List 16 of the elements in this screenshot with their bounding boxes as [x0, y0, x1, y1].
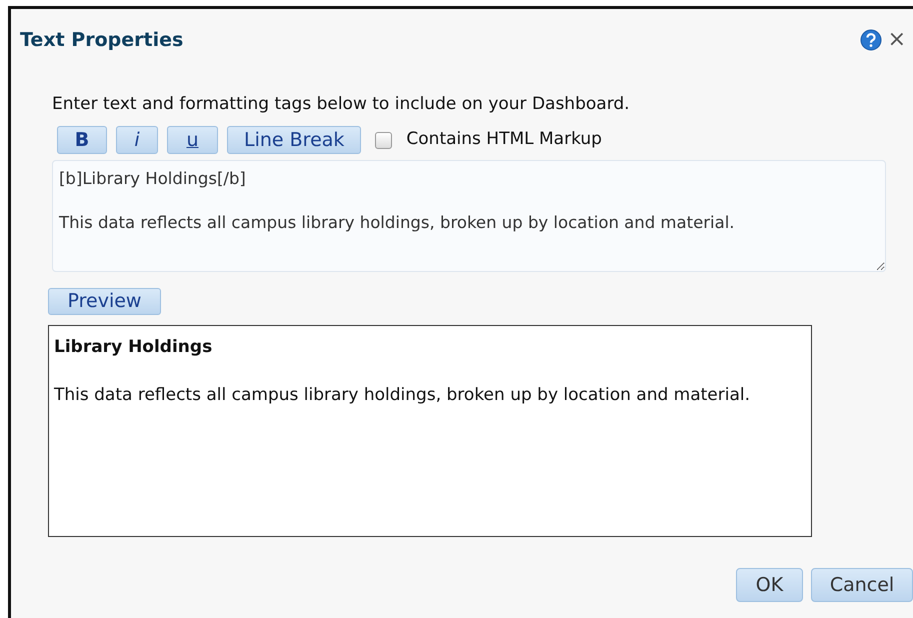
preview-body: This data reflects all campus library holdings, broken up by location and material.: [54, 384, 752, 406]
dialog-title: Text Properties: [20, 28, 184, 53]
help-icon[interactable]: [860, 29, 882, 52]
preview-button[interactable]: Preview: [48, 288, 161, 315]
ok-button[interactable]: OK: [736, 568, 803, 602]
bold-button[interactable]: B: [57, 126, 107, 154]
text-input-field[interactable]: [b]Library Holdings[/b] This data reflects all campus library holdings, broken up by location and material.: [52, 160, 886, 272]
preview-heading: Library Holdings: [54, 336, 214, 359]
cancel-button[interactable]: Cancel: [811, 568, 913, 602]
italic-button[interactable]: i: [116, 126, 158, 154]
underline-button[interactable]: u: [167, 126, 218, 154]
instruction-text: Enter text and formatting tags below to include on your Dashboard.: [52, 92, 631, 116]
line-break-button[interactable]: Line Break: [227, 126, 362, 154]
html-markup-label: Contains HTML Markup: [406, 128, 602, 152]
html-markup-checkbox[interactable]: [375, 132, 392, 148]
close-button[interactable]: ×: [888, 29, 906, 52]
